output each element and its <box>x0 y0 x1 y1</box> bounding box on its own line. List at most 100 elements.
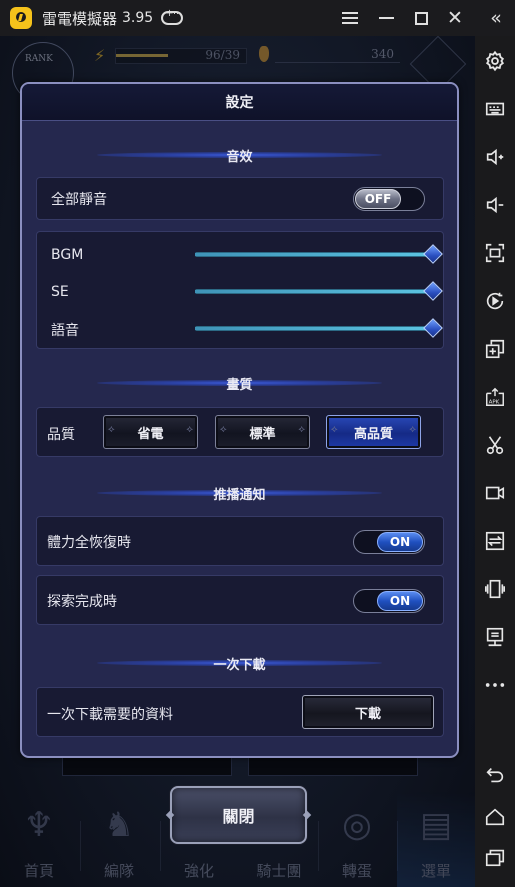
exploration-notify-toggle[interactable]: ON <box>353 589 425 613</box>
nav-label: 首頁 <box>23 862 54 880</box>
dialog-header: 設定 <box>22 84 457 121</box>
sidebar-record[interactable] <box>475 284 515 318</box>
rank-label: RANK <box>25 54 53 64</box>
video-camera-icon <box>485 486 505 500</box>
se-label: SE <box>51 284 69 300</box>
minimize-icon <box>378 17 394 19</box>
sidebar-virtual-display[interactable] <box>475 620 515 654</box>
volume-sliders-card: BGM SE 語音 <box>36 231 444 349</box>
nav-item-gacha[interactable]: ◎ 轉蛋 <box>318 791 396 887</box>
sidebar-more[interactable] <box>475 668 515 702</box>
section-title-download: 一次下載 <box>22 652 457 674</box>
fullscreen-icon <box>485 243 505 263</box>
sidebar-sync[interactable] <box>475 524 515 558</box>
quality-option-label: 省電 <box>137 426 164 442</box>
quality-option-label: 標準 <box>249 426 276 442</box>
section-title-text: 推播通知 <box>213 487 266 503</box>
stamina-notify-toggle[interactable]: ON <box>353 530 425 554</box>
nav-item-menu[interactable]: ▤ 選單 <box>397 791 475 887</box>
slider-fill <box>195 327 433 330</box>
toggle-knob: ON <box>377 591 423 611</box>
emulator-sidebar: APK <box>475 36 515 887</box>
record-play-icon <box>486 292 504 310</box>
nav-label: 編隊 <box>103 862 134 880</box>
sidebar-back[interactable] <box>475 758 515 792</box>
knight-helmet-icon: ♞ <box>103 805 135 845</box>
slider-thumb[interactable] <box>423 244 443 264</box>
bulk-download-label: 一次下載需要的資料 <box>47 707 173 723</box>
game-hud: RANK ⚡ 96/39 340 <box>0 36 475 104</box>
hamburger-menu-icon <box>342 12 358 24</box>
exploration-notify-row: 探索完成時 ON <box>36 575 444 625</box>
sidebar-shake[interactable] <box>475 572 515 606</box>
ldplayer-logo-icon <box>10 7 32 29</box>
download-button[interactable]: 下載 <box>302 695 434 729</box>
menu-scroll-icon: ▤ <box>419 805 453 845</box>
sidebar-home[interactable] <box>475 800 515 834</box>
collapse-sidebar-button[interactable]: « <box>482 0 510 36</box>
monitor-icon <box>486 627 504 647</box>
scissors-icon <box>486 436 504 455</box>
apk-install-icon: APK <box>486 387 504 406</box>
quality-high-button[interactable]: 高品質 <box>326 415 421 449</box>
se-slider[interactable] <box>195 281 443 301</box>
section-title-graphics: 畫質 <box>22 372 457 394</box>
sidebar-screenshot[interactable] <box>475 428 515 462</box>
bgm-label: BGM <box>51 247 84 263</box>
nav-item-formation[interactable]: ♞ 編隊 <box>80 791 158 887</box>
keyboard-icon <box>485 102 505 116</box>
voice-slider[interactable] <box>195 318 443 338</box>
volume-up-icon <box>486 148 504 166</box>
gear-icon <box>485 50 505 72</box>
slider-thumb[interactable] <box>423 281 443 301</box>
bgm-slider[interactable] <box>195 244 443 264</box>
currency-gem-icon <box>259 46 269 62</box>
maximize-icon <box>414 11 428 25</box>
slider-thumb[interactable] <box>423 318 443 338</box>
sidebar-volume-up[interactable] <box>475 140 515 174</box>
sidebar-multi-instance[interactable] <box>475 332 515 366</box>
currency-bar: 340 <box>275 47 400 63</box>
sidebar-install-apk[interactable]: APK <box>475 380 515 414</box>
sidebar-video-record[interactable] <box>475 476 515 510</box>
slider-fill <box>195 253 433 256</box>
sidebar-keyboard[interactable] <box>475 92 515 126</box>
close-icon: ✕ <box>447 6 463 29</box>
minimize-button[interactable] <box>372 0 400 36</box>
sidebar-volume-down[interactable] <box>475 188 515 222</box>
app-version: 3.95 <box>122 10 154 26</box>
quality-standard-button[interactable]: 標準 <box>215 415 310 449</box>
section-title-text: 一次下載 <box>213 657 266 673</box>
add-window-icon <box>485 339 505 359</box>
volume-down-icon <box>486 196 504 214</box>
slider-fill <box>195 290 433 293</box>
back-arrow-icon <box>486 767 504 783</box>
svg-text:APK: APK <box>489 399 500 405</box>
maximize-button[interactable] <box>407 0 435 36</box>
sidebar-settings[interactable] <box>475 44 515 78</box>
close-window-button[interactable]: ✕ <box>441 0 469 36</box>
quality-label: 品質 <box>47 427 75 443</box>
gacha-globe-icon: ◎ <box>342 805 372 845</box>
sidebar-fullscreen[interactable] <box>475 236 515 270</box>
background-panel-right <box>248 756 418 776</box>
voice-label: 語音 <box>51 323 79 339</box>
sidebar-recent-apps[interactable] <box>475 840 515 874</box>
home-crest-icon: ♆ <box>23 805 55 845</box>
stamina-bolt-icon: ⚡ <box>94 46 106 65</box>
gamepad-icon[interactable] <box>161 8 184 25</box>
mute-all-row: 全部靜音 OFF <box>36 177 444 220</box>
emulator-title-bar: 雷電模擬器 3.95 ✕ « <box>0 0 515 36</box>
menu-button[interactable] <box>336 0 364 36</box>
nav-item-home[interactable]: ♆ 首頁 <box>0 791 78 887</box>
app-title: 雷電模擬器 <box>42 9 118 28</box>
quality-power-saving-button[interactable]: 省電 <box>103 415 198 449</box>
mute-all-toggle[interactable]: OFF <box>353 187 425 211</box>
section-title-text: 音效 <box>226 149 253 165</box>
close-settings-label: 關閉 <box>222 807 255 826</box>
stamina-value: 96/39 <box>205 48 240 62</box>
exploration-notify-label: 探索完成時 <box>47 594 117 610</box>
nav-label: 選單 <box>420 862 451 880</box>
double-chevron-left-icon: « <box>490 6 502 29</box>
close-settings-button[interactable]: 關閉 <box>170 786 307 844</box>
